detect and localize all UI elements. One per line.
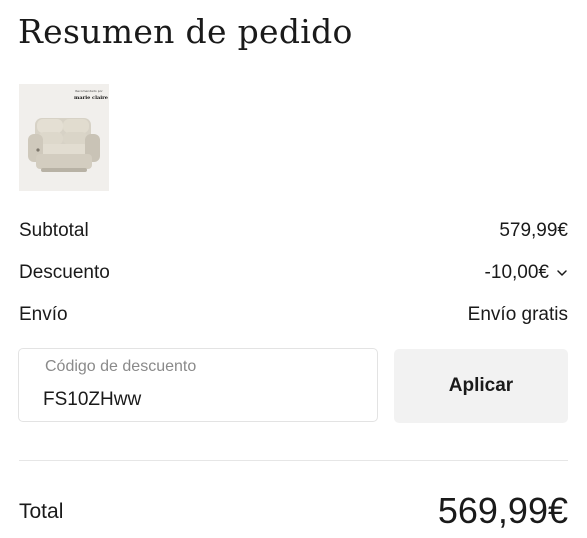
total-label: Total — [19, 500, 64, 523]
shipping-label: Envío — [19, 304, 68, 325]
discount-code-field[interactable]: Código de descuento — [18, 348, 378, 422]
discount-label: Descuento — [19, 262, 110, 283]
discount-code-label: Código de descuento — [45, 358, 197, 375]
brand-caption: Recomendado por — [75, 89, 103, 93]
shipping-value: Envío gratis — [467, 304, 568, 325]
product-thumbnail[interactable]: Recomendado por marie claire — [19, 84, 109, 191]
discount-value: -10,00€ — [484, 262, 549, 283]
brand-name: marie claire — [74, 95, 108, 101]
discount-row[interactable]: Descuento -10,00€ — [19, 259, 568, 287]
discount-code-input[interactable] — [43, 389, 343, 411]
shipping-row: Envío Envío gratis — [19, 301, 568, 329]
divider — [19, 460, 568, 461]
order-summary-title: Resumen de pedido — [18, 12, 353, 51]
total-value: 569,99€ — [437, 490, 568, 531]
subtotal-row: Subtotal 579,99€ — [19, 217, 568, 245]
armchair-icon: Recomendado por marie claire — [19, 84, 109, 191]
discount-value-wrap[interactable]: -10,00€ — [485, 262, 568, 284]
subtotal-value: 579,99€ — [499, 220, 568, 241]
chevron-down-icon[interactable] — [556, 267, 568, 279]
apply-discount-button[interactable]: Aplicar — [394, 349, 568, 423]
subtotal-label: Subtotal — [19, 220, 89, 241]
